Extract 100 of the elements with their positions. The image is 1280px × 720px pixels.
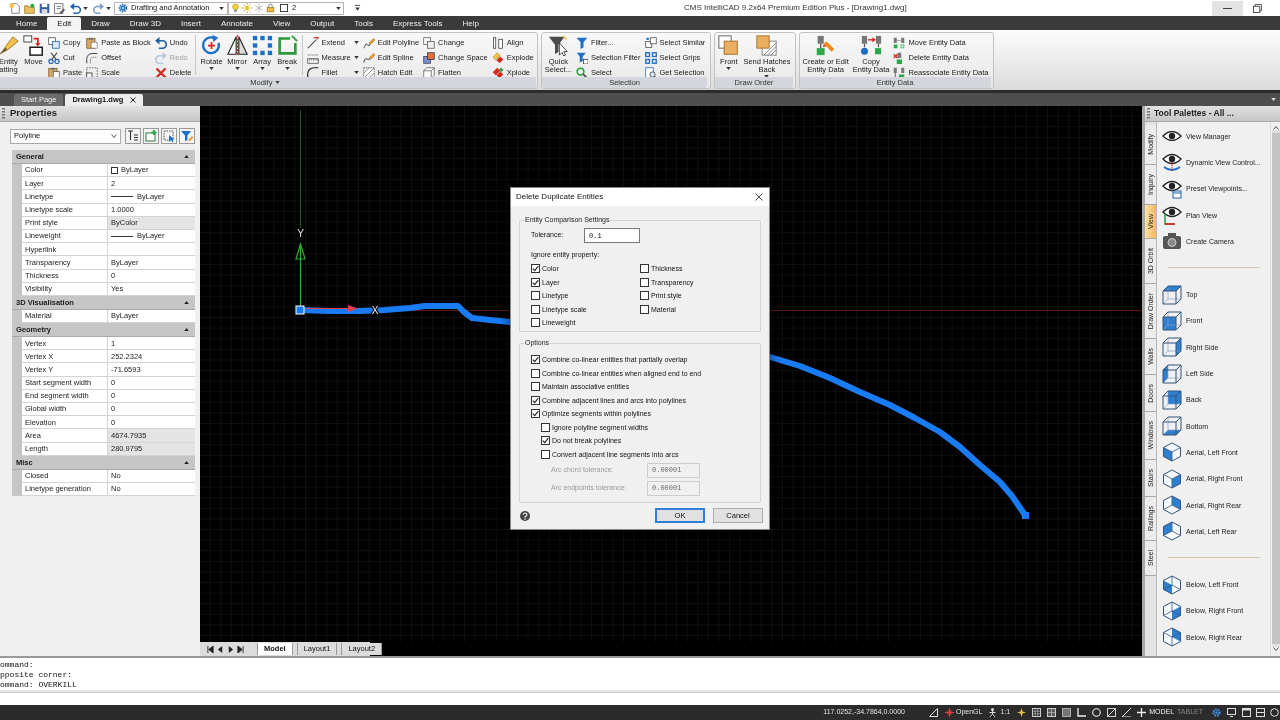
plus-icon[interactable]	[1137, 708, 1147, 717]
cube-icon	[1162, 310, 1182, 331]
cube-icon	[1162, 389, 1182, 410]
offset-icon	[86, 51, 99, 64]
filter-pencil-icon[interactable]	[179, 128, 195, 144]
grip-icon[interactable]	[1147, 108, 1150, 119]
snap-icon[interactable]	[1107, 708, 1117, 717]
checkbox[interactable]	[640, 277, 649, 287]
close-icon[interactable]	[130, 97, 137, 103]
monitor-icon[interactable]	[1227, 708, 1236, 717]
scroll-down-icon[interactable]	[1272, 647, 1279, 651]
ribbon-tab[interactable]: Tools	[344, 17, 383, 30]
undo-icon[interactable]	[70, 2, 81, 14]
copy-entity-data-icon	[860, 35, 882, 56]
scroll-up-icon[interactable]	[1272, 126, 1279, 130]
grid-icon[interactable]	[1047, 708, 1057, 717]
window-icon[interactable]	[1242, 708, 1251, 717]
ribbon-tab[interactable]: Annotate	[210, 17, 263, 30]
window-icon[interactable]	[1256, 708, 1265, 717]
crosshair-icon[interactable]	[944, 708, 954, 717]
square-icon[interactable]	[1062, 708, 1072, 717]
help-icon[interactable]	[520, 510, 530, 521]
circle-icon[interactable]	[1092, 708, 1102, 717]
grip-icon[interactable]	[2, 108, 5, 119]
scissors-icon	[48, 51, 60, 64]
first-page-icon[interactable]	[207, 645, 214, 653]
checkbox[interactable]	[531, 382, 540, 391]
last-page-icon[interactable]	[237, 645, 244, 653]
triangle-icon[interactable]	[928, 708, 938, 717]
caret-icon[interactable]	[1271, 98, 1276, 101]
checkbox[interactable]	[531, 304, 540, 314]
gear-icon[interactable]	[1212, 708, 1221, 717]
color-swatch-icon	[111, 166, 118, 174]
command-input[interactable]	[0, 692, 1280, 705]
save-icon[interactable]	[39, 2, 50, 14]
figure-icon[interactable]	[988, 708, 998, 717]
caret-icon[interactable]	[275, 81, 281, 84]
caret-icon[interactable]	[83, 6, 88, 10]
angle-icon[interactable]	[1122, 708, 1132, 717]
checkbox[interactable]	[531, 368, 540, 378]
text-lines-icon[interactable]	[125, 128, 141, 144]
axis-label: Y	[297, 228, 304, 239]
ribbon-tab[interactable]: Express Tools	[382, 17, 453, 30]
snowflake-icon	[254, 3, 264, 13]
grip-handle[interactable]	[295, 305, 305, 315]
customize-icon[interactable]	[354, 4, 361, 12]
checkbox[interactable]	[640, 264, 649, 273]
ribbon-tab[interactable]: Insert	[170, 17, 211, 30]
entity-data-pencil-icon	[815, 35, 837, 56]
checkbox[interactable]	[531, 264, 540, 273]
select-objects-icon[interactable]	[161, 128, 177, 144]
break-icon	[276, 35, 298, 56]
ribbon-tab[interactable]: Edit	[47, 17, 82, 30]
checkbox[interactable]	[531, 409, 540, 418]
checkbox[interactable]	[640, 291, 649, 300]
restore-icon[interactable]	[1253, 3, 1262, 13]
cube-icon	[1162, 416, 1182, 437]
checkbox[interactable]	[531, 291, 540, 300]
checkbox[interactable]	[640, 304, 649, 314]
filter-icon	[575, 36, 588, 49]
open-folder-icon[interactable]	[24, 2, 35, 14]
previous-icon[interactable]	[217, 645, 224, 653]
checkbox[interactable]	[531, 395, 540, 405]
caret-icon[interactable]	[106, 6, 111, 10]
checkbox[interactable]	[541, 436, 550, 445]
line-sample-icon	[111, 235, 133, 237]
brush-icon	[0, 35, 19, 56]
cube-icon	[1162, 521, 1182, 542]
funnel-cursor-icon	[547, 35, 569, 56]
sparkle-icon[interactable]	[1017, 708, 1027, 717]
checkbox[interactable]	[531, 355, 540, 364]
checkbox[interactable]	[541, 449, 550, 459]
close-icon[interactable]	[755, 193, 763, 201]
ribbon-tab[interactable]: Draw 3D	[119, 17, 171, 30]
grip-handle[interactable]	[1022, 512, 1029, 519]
checkbox[interactable]	[541, 422, 550, 432]
ribbon-tab[interactable]: View	[263, 17, 301, 30]
minimize-icon	[1223, 7, 1232, 9]
circle-icon[interactable]	[1270, 708, 1279, 717]
new-file-icon[interactable]	[9, 2, 20, 14]
next-icon[interactable]	[227, 645, 234, 653]
checkbox[interactable]	[531, 277, 540, 287]
move-entity-data-icon	[893, 36, 906, 49]
save-as-icon[interactable]	[54, 2, 65, 14]
grid-icon[interactable]	[1032, 708, 1042, 717]
cube-icon	[1162, 363, 1182, 384]
ribbon-tab[interactable]: Home	[6, 17, 48, 30]
ribbon-tab[interactable]: Output	[300, 17, 345, 30]
checkbox[interactable]	[531, 318, 540, 327]
delete-icon	[154, 66, 167, 79]
eye-icon	[1162, 205, 1182, 226]
bring-to-front-icon	[718, 35, 740, 56]
ribbon-tab[interactable]: Draw	[81, 17, 120, 30]
scale-icon	[86, 66, 99, 79]
ribbon-tab[interactable]: Help	[452, 17, 489, 30]
array-icon	[251, 35, 273, 56]
filter-icon	[575, 51, 588, 64]
undo-icon	[154, 36, 167, 49]
corner-icon[interactable]	[1077, 708, 1087, 717]
hatch-icon	[362, 66, 375, 79]
